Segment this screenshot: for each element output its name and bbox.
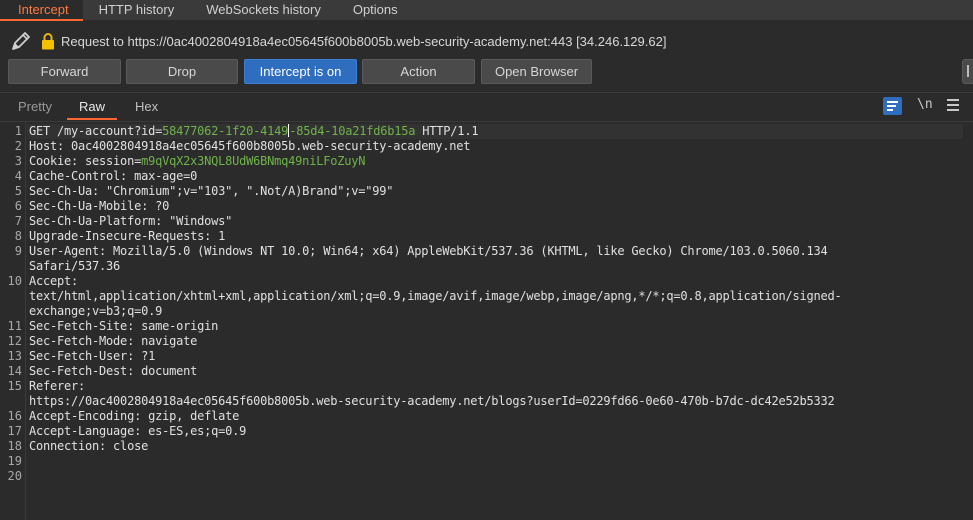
request-editor[interactable]: 1 2 3 4 5 6 7 8 9 10 11 12 13 14 15 16 1… bbox=[0, 121, 973, 520]
header-referer: Referer: bbox=[29, 379, 86, 393]
header-sec-ch-ua-mobile: Sec-Ch-Ua-Mobile: ?0 bbox=[29, 199, 170, 213]
line-number: 15 bbox=[7, 379, 22, 393]
param-value: 58477062-1f20-4149 bbox=[162, 124, 289, 138]
line-number: 5 bbox=[14, 184, 22, 198]
header-sec-fetch-dest: Sec-Fetch-Dest: document bbox=[29, 364, 198, 378]
line-number: 3 bbox=[14, 154, 22, 168]
tab-raw[interactable]: Raw bbox=[67, 96, 117, 120]
overflow-button[interactable] bbox=[962, 59, 973, 84]
wrap-lines-icon[interactable] bbox=[883, 97, 902, 115]
line-number: 6 bbox=[14, 199, 22, 213]
header-user-agent: User-Agent: Mozilla/5.0 (Windows NT 10.0… bbox=[29, 244, 828, 258]
forward-button[interactable]: Forward bbox=[8, 59, 121, 84]
line-number: 11 bbox=[7, 319, 22, 333]
open-browser-button[interactable]: Open Browser bbox=[481, 59, 592, 84]
line-number: 19 bbox=[7, 454, 22, 468]
header-user-agent-cont: Safari/537.36 bbox=[29, 259, 121, 273]
tab-pretty[interactable]: Pretty bbox=[18, 96, 52, 120]
tab-options[interactable]: Options bbox=[337, 0, 414, 21]
pencil-icon[interactable] bbox=[10, 30, 32, 52]
request-line: GET /my-account?id=58477062-1f20-4149-85… bbox=[29, 124, 479, 139]
header-referer-value: https://0ac4002804918a4ec05645f600b8005b… bbox=[29, 394, 835, 408]
cookie-value: m9qVqX2x3NQL8UdW6BNmq49niLFoZuyN bbox=[141, 154, 366, 168]
tab-websockets-history[interactable]: WebSockets history bbox=[190, 0, 337, 21]
divider bbox=[0, 92, 973, 93]
action-button[interactable]: Action bbox=[362, 59, 475, 84]
request-method-path: GET /my-account?id= bbox=[29, 124, 163, 138]
header-accept-encoding: Accept-Encoding: gzip, deflate bbox=[29, 409, 240, 423]
header-accept-language: Accept-Language: es-ES,es;q=0.9 bbox=[29, 424, 247, 438]
header-sec-fetch-site: Sec-Fetch-Site: same-origin bbox=[29, 319, 219, 333]
menu-icon[interactable] bbox=[947, 99, 959, 111]
header-sec-fetch-user: Sec-Fetch-User: ?1 bbox=[29, 349, 156, 363]
line-number: 17 bbox=[7, 424, 22, 438]
line-number: 14 bbox=[7, 364, 22, 378]
cookie-name: Cookie: session= bbox=[29, 154, 142, 168]
header-upgrade-insecure: Upgrade-Insecure-Requests: 1 bbox=[29, 229, 226, 243]
line-number: 13 bbox=[7, 349, 22, 363]
header-accept: Accept: bbox=[29, 274, 79, 288]
drop-button[interactable]: Drop bbox=[126, 59, 238, 84]
line-number: 18 bbox=[7, 439, 22, 453]
header-accept-value: text/html,application/xhtml+xml,applicat… bbox=[29, 289, 842, 303]
request-target-info: Request to https://0ac4002804918a4ec0564… bbox=[61, 34, 667, 49]
http-version: HTTP/1.1 bbox=[415, 124, 479, 138]
tab-http-history[interactable]: HTTP history bbox=[83, 0, 191, 21]
line-number: 12 bbox=[7, 334, 22, 348]
param-value: -85d4-10a21fd6b15a bbox=[289, 124, 416, 138]
line-number: 16 bbox=[7, 409, 22, 423]
line-number: 1 bbox=[14, 124, 22, 138]
header-connection: Connection: close bbox=[29, 439, 149, 453]
line-number: 10 bbox=[7, 274, 22, 288]
line-number: 9 bbox=[14, 244, 22, 258]
header-host: Host: 0ac4002804918a4ec05645f600b8005b.w… bbox=[29, 139, 471, 153]
header-cookie: Cookie: session=m9qVqX2x3NQL8UdW6BNmq49n… bbox=[29, 154, 365, 169]
intercept-toggle-button[interactable]: Intercept is on bbox=[244, 59, 357, 84]
tab-intercept[interactable]: Intercept bbox=[0, 0, 83, 21]
editor-view-tabs: Pretty Raw Hex bbox=[0, 96, 973, 120]
tab-hex[interactable]: Hex bbox=[135, 96, 158, 120]
newline-icon[interactable]: \n bbox=[917, 97, 933, 112]
lock-icon bbox=[42, 33, 54, 50]
header-accept-value-cont: exchange;v=b3;q=0.9 bbox=[29, 304, 163, 318]
header-sec-fetch-mode: Sec-Fetch-Mode: navigate bbox=[29, 334, 198, 348]
overflow-icon bbox=[967, 65, 973, 77]
line-number: 20 bbox=[7, 469, 22, 483]
top-tab-bar: Intercept HTTP history WebSockets histor… bbox=[0, 0, 973, 21]
header-sec-ch-ua-platform: Sec-Ch-Ua-Platform: "Windows" bbox=[29, 214, 233, 228]
header-sec-ch-ua: Sec-Ch-Ua: "Chromium";v="103", ".Not/A)B… bbox=[29, 184, 394, 198]
header-cache-control: Cache-Control: max-age=0 bbox=[29, 169, 198, 183]
line-number: 7 bbox=[14, 214, 22, 228]
line-number: 2 bbox=[14, 139, 22, 153]
line-number: 4 bbox=[14, 169, 22, 183]
line-number: 8 bbox=[14, 229, 22, 243]
